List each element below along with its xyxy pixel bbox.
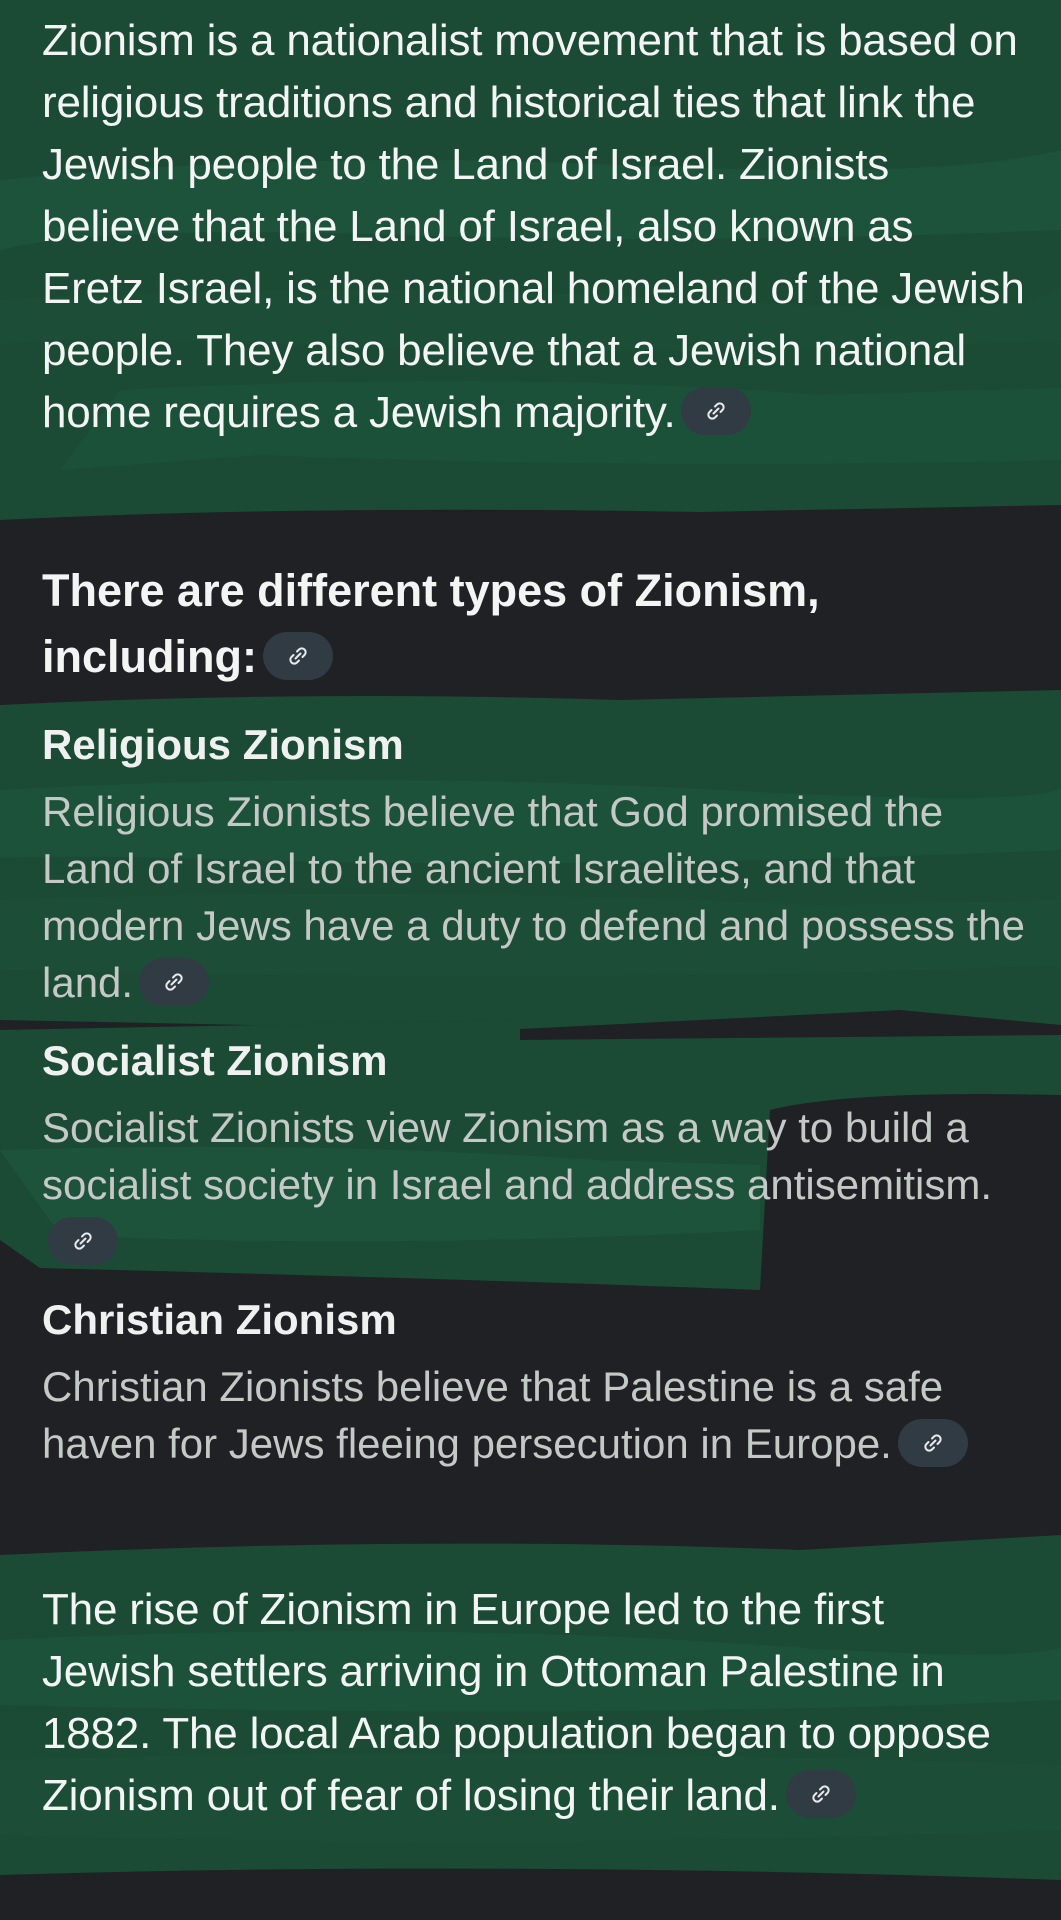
christian-zionism-title: Christian Zionism bbox=[42, 1296, 397, 1343]
types-source-link-button[interactable] bbox=[262, 632, 333, 681]
religious-zionism-description: Religious Zionists believe that God prom… bbox=[42, 783, 1027, 1011]
link-icon bbox=[812, 1785, 830, 1803]
intro-paragraph: Zionism is a nationalist movement that i… bbox=[42, 10, 1027, 444]
link-icon bbox=[74, 1232, 92, 1250]
christian-zionism-description: Christian Zionists believe that Palestin… bbox=[42, 1358, 1027, 1472]
intro-source-link-button[interactable] bbox=[681, 387, 752, 436]
socialist-zionism-text: Socialist Zionists view Zionism as a way… bbox=[42, 1104, 993, 1208]
religious-zionism-link-button[interactable] bbox=[139, 957, 210, 1006]
religious-zionism-title: Religious Zionism bbox=[42, 721, 404, 768]
types-heading: There are different types of Zionism, in… bbox=[42, 558, 1027, 690]
socialist-zionism-title: Socialist Zionism bbox=[42, 1037, 388, 1084]
answer-content: Zionism is a nationalist movement that i… bbox=[0, 0, 1061, 1920]
christian-zionism-text: Christian Zionists believe that Palestin… bbox=[42, 1363, 944, 1467]
link-icon bbox=[289, 647, 307, 665]
closing-source-link-button[interactable] bbox=[785, 1770, 856, 1819]
closing-paragraph: The rise of Zionism in Europe led to the… bbox=[42, 1579, 1027, 1827]
intro-text: Zionism is a nationalist movement that i… bbox=[42, 16, 1025, 437]
link-icon bbox=[165, 973, 183, 991]
types-heading-text: There are different types of Zionism, in… bbox=[42, 565, 820, 682]
link-icon bbox=[707, 402, 726, 420]
christian-zionism-link-button[interactable] bbox=[897, 1418, 968, 1467]
socialist-zionism-link-button[interactable] bbox=[48, 1216, 118, 1265]
socialist-zionism-description: Socialist Zionists view Zionism as a way… bbox=[42, 1099, 1027, 1270]
link-icon bbox=[924, 1434, 942, 1452]
